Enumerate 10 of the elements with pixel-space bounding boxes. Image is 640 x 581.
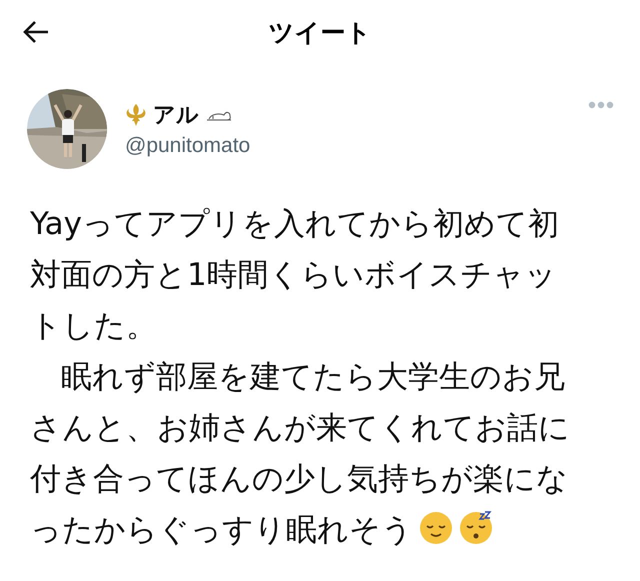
tweet-text: 眠れず部屋を建てたら大学生のお兄さんと、お姉さんが来てくれてお話に付き合ってほんの少し気持ちが楽にな [30,358,571,499]
tweet-text: Yayってアプリを入れてから初めて初対面の方と1時間くらいボイスチャットした。 [30,205,560,346]
fleur-de-lis-icon [125,103,147,127]
back-arrow-icon[interactable] [22,20,50,44]
relieved-face-icon [419,511,453,545]
display-name: アル [153,101,199,129]
tweet-text: ったからぐっすり眠れそう [30,511,413,550]
user-handle[interactable]: @punitomato [125,134,570,158]
page-title: ツイート [268,18,372,46]
sleeping-face-icon [459,511,493,545]
